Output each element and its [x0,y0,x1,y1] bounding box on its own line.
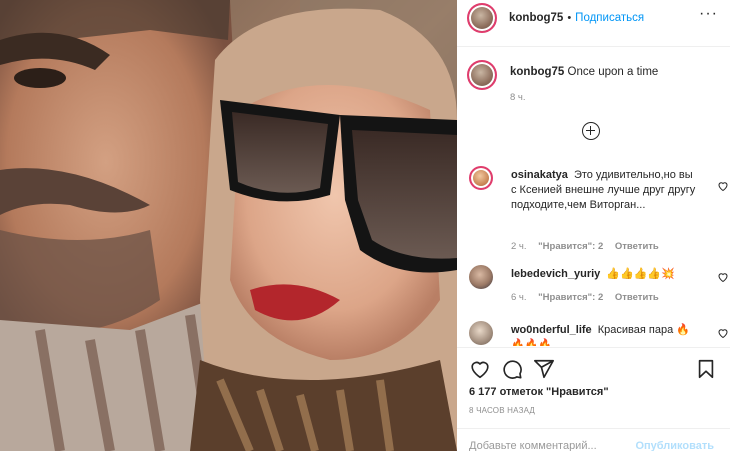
author-username[interactable]: konbog75 [509,12,563,24]
caption-text: Once upon a time [567,66,659,78]
comment-icon[interactable] [501,358,523,380]
comment-likes[interactable]: "Нравится": 2 [538,292,603,303]
comment-text: 👍👍👍👍💥 [606,268,675,280]
commenter-username[interactable]: lebedevich_yuriy [511,268,600,280]
comment-like-icon[interactable] [717,327,729,339]
comment-time[interactable]: 2 ч. [511,241,527,252]
follow-button[interactable]: Подписаться [575,12,644,24]
header-separator: • [567,12,572,24]
post-photo[interactable] [0,0,457,451]
header-divider [457,46,730,47]
post-header: konbog75 • Подписаться ··· [457,0,730,36]
bookmark-icon[interactable] [695,358,717,380]
reply-button[interactable]: Ответить [615,241,659,252]
comment-input[interactable]: Добавьте комментарий... [469,440,597,451]
commenter-avatar[interactable] [469,265,493,289]
commenter-avatar[interactable] [469,321,493,345]
caption-time[interactable]: 8 ч. [510,92,526,103]
comment-like-icon[interactable] [717,180,729,192]
comment-like-icon[interactable] [717,271,729,283]
comment-time[interactable]: 6 ч. [511,292,527,303]
publish-button[interactable]: Опубликовать [635,440,714,451]
commenter-username[interactable]: osinakatya [511,169,568,181]
plus-circle-icon[interactable] [582,122,600,140]
caption-avatar[interactable] [467,60,497,90]
post-side-panel: konbog75 • Подписаться ··· konbog75 Once… [457,0,730,451]
paper-plane-icon[interactable] [533,358,555,380]
post-photo-image [0,0,457,451]
heart-icon[interactable] [469,358,491,380]
comment-meta: 6 ч. "Нравится": 2 Ответить [511,292,668,303]
commenter-username[interactable]: wo0nderful_life [511,324,592,336]
post-time[interactable]: 8 ЧАСОВ НАЗАД [469,406,535,415]
author-avatar[interactable] [467,3,497,33]
comment-input-divider [457,428,730,429]
reply-button[interactable]: Ответить [615,292,659,303]
add-comment-bar: Добавьте комментарий... Опубликовать [457,432,730,451]
comment-likes[interactable]: "Нравится": 2 [538,241,603,252]
more-options-icon[interactable]: ··· [699,5,718,23]
caption-username[interactable]: konbog75 [510,66,564,78]
likes-count[interactable]: 6 177 отметок "Нравится" [469,386,609,398]
commenter-avatar[interactable] [469,166,493,190]
comments-list: osinakatya Это удивительно,но вы с Ксени… [457,160,730,346]
post-actions [457,348,730,388]
comment-meta: 2 ч. "Нравится": 2 Ответить [511,241,668,252]
